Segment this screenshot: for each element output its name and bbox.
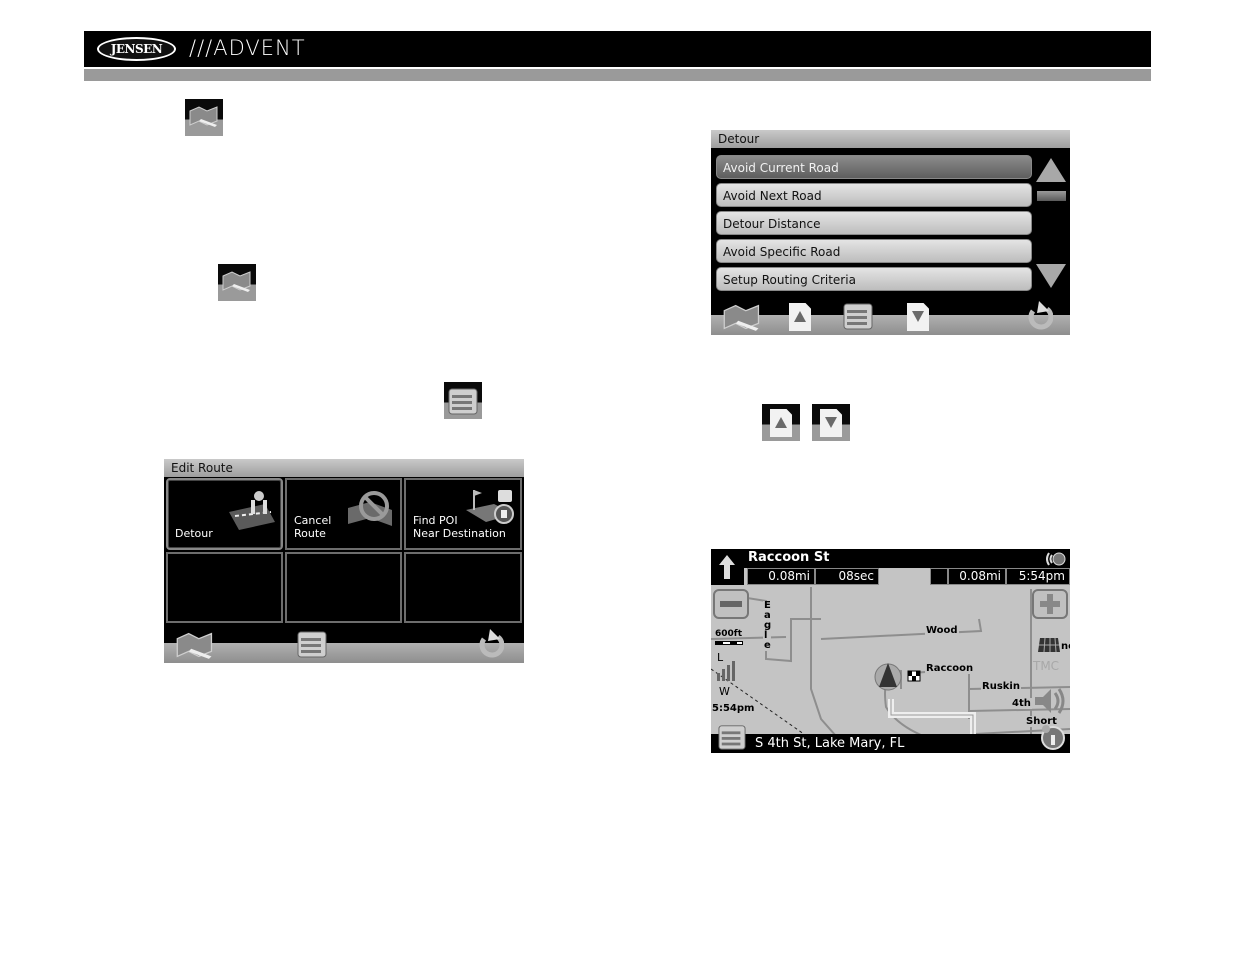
road-label-eagle: Eagle: [763, 600, 772, 651]
options-list-icon: [444, 382, 482, 419]
advent-logo: ///ADVENT: [189, 36, 306, 60]
screen-title: Edit Route: [164, 459, 524, 477]
empty-tile: [166, 552, 283, 623]
map-scale: 600ft: [715, 629, 743, 639]
map-clock: 5:54pm: [712, 703, 755, 714]
map-icon[interactable]: [176, 631, 214, 659]
gps-signal-icon: [1046, 552, 1066, 566]
edit-route-screen: Edit Route Detour Cancel Route Find POI …: [164, 459, 524, 663]
map-icon[interactable]: [723, 303, 761, 331]
destination-flag-small-icon: [930, 568, 948, 585]
page-header: JENSEN ///ADVENT: [84, 31, 1151, 67]
road-label-partial: ne: [1060, 641, 1070, 652]
tmc-label: TMC: [1033, 659, 1060, 673]
scroll-down-button[interactable]: [1036, 264, 1066, 288]
detour-screen: Detour Avoid Current Road Avoid Next Roa…: [711, 130, 1070, 335]
back-icon[interactable]: [476, 629, 504, 659]
map-icon: [218, 264, 256, 301]
tmc-traffic-icon[interactable]: [1037, 637, 1061, 653]
header-divider: [84, 69, 1151, 81]
menu-item-avoid-specific-road[interactable]: Avoid Specific Road: [716, 239, 1032, 263]
scrollbar-thumb[interactable]: [1037, 191, 1066, 201]
volume-icon[interactable]: [1033, 687, 1067, 715]
turn-arrow: [711, 549, 744, 585]
scroll-up-button[interactable]: [1036, 158, 1066, 182]
tile-label: Detour: [175, 527, 213, 540]
find-poi-tile[interactable]: Find POI Near Destination: [404, 478, 522, 550]
tile-label: Cancel Route: [294, 514, 332, 540]
page-down-icon[interactable]: [907, 303, 929, 331]
scale-bar: [715, 641, 743, 645]
info-icon[interactable]: [1037, 723, 1067, 751]
navigation-map[interactable]: Raccoon St 0.08mi 08sec 0.08mi 5:54pm 60…: [711, 549, 1070, 753]
menu-item-detour-distance[interactable]: Detour Distance: [716, 211, 1032, 235]
menu-item-avoid-current-road[interactable]: Avoid Current Road: [716, 155, 1032, 179]
empty-tile: [404, 552, 522, 623]
cancel-route-tile[interactable]: Cancel Route: [285, 478, 402, 550]
distance-to-turn: 0.08mi: [747, 568, 815, 585]
gps-label: W: [719, 685, 730, 698]
time-to-turn: 08sec: [815, 568, 879, 585]
zoom-out-button[interactable]: [713, 589, 749, 619]
cancel-route-icon: [348, 491, 392, 526]
menu-item-setup-routing-criteria[interactable]: Setup Routing Criteria: [716, 267, 1032, 291]
options-list-icon[interactable]: [841, 301, 875, 331]
map-icon: [185, 99, 223, 136]
bottom-toolbar: [711, 297, 1070, 335]
vehicle-position-icon: [874, 663, 902, 691]
jensen-logo: JENSEN: [97, 37, 176, 61]
empty-tile: [285, 552, 402, 623]
eta: 5:54pm: [1006, 568, 1070, 585]
current-street: Raccoon St: [748, 550, 830, 565]
detour-icon: [229, 491, 275, 530]
road-label-4th: 4th: [1011, 698, 1032, 709]
options-list-icon[interactable]: [295, 629, 329, 659]
distance-to-destination: 0.08mi: [948, 568, 1006, 585]
screen-title: Detour: [711, 130, 1070, 148]
page-down-icon: [812, 404, 850, 441]
road-label-raccoon: Raccoon: [925, 663, 975, 674]
back-icon[interactable]: [1025, 301, 1053, 331]
current-address: S 4th St, Lake Mary, FL: [711, 734, 1070, 753]
page-up-icon: [762, 404, 800, 441]
options-list-icon[interactable]: [717, 723, 747, 751]
destination-flag-icon: [907, 670, 921, 682]
road-label-ruskin: Ruskin: [981, 681, 1021, 692]
zoom-in-button[interactable]: [1032, 589, 1068, 619]
road-label-wood: Wood: [925, 625, 959, 636]
bottom-toolbar: [164, 625, 524, 663]
tile-label: Find POI Near Destination: [413, 514, 506, 540]
detour-tile[interactable]: Detour: [166, 478, 283, 550]
menu-item-avoid-next-road[interactable]: Avoid Next Road: [716, 183, 1032, 207]
signal-strength-icon: [717, 661, 735, 681]
page-up-icon[interactable]: [789, 303, 811, 331]
